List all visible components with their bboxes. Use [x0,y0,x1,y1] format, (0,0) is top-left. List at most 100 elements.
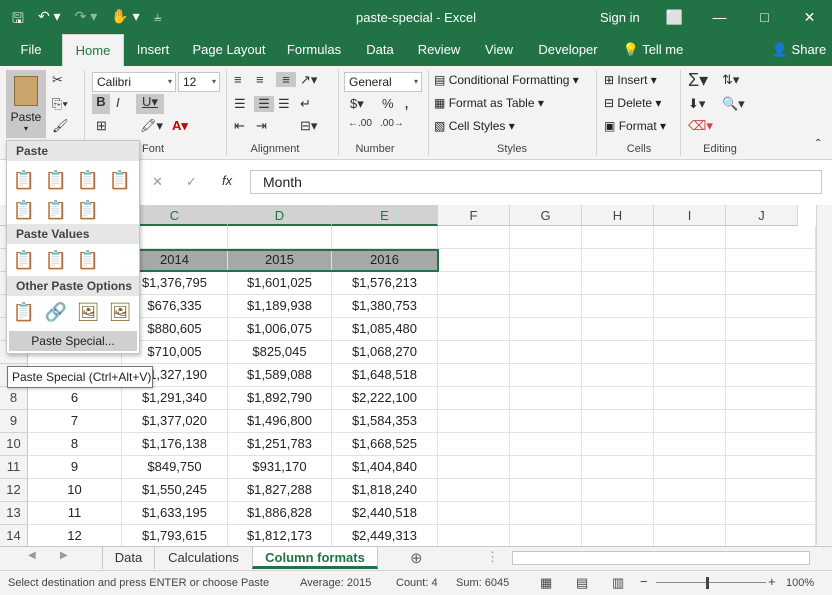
column-header-f[interactable]: F [438,205,510,226]
page-layout-view-icon[interactable]: ▤ [576,575,588,591]
cell[interactable]: $1,377,020 [122,410,228,433]
cell[interactable] [582,525,654,548]
cell[interactable]: $1,496,800 [228,410,332,433]
cell[interactable] [438,433,510,456]
cell[interactable] [654,456,726,479]
cell[interactable] [332,226,438,249]
cell[interactable] [582,502,654,525]
tab-insert[interactable]: Insert [130,34,176,66]
row-header[interactable]: 9 [0,410,28,433]
sheet-tab-calculations[interactable]: Calculations [154,547,252,569]
cell[interactable] [510,249,582,272]
font-color-icon[interactable]: A▾ [172,118,188,134]
cell[interactable] [726,341,816,364]
underline-icon[interactable]: U▾ [136,94,164,114]
align-bottom-icon[interactable]: ≡ [276,72,296,87]
cell[interactable] [438,525,510,548]
cell[interactable]: $1,380,753 [332,295,438,318]
cell[interactable]: $1,633,195 [122,502,228,525]
cell[interactable] [510,364,582,387]
percent-icon[interactable]: % [382,96,394,111]
tab-data[interactable]: Data [360,34,400,66]
font-name-dropdown[interactable]: Calibri ▾ [92,72,176,92]
cell[interactable]: $931,170 [228,456,332,479]
cell[interactable]: $1,589,088 [228,364,332,387]
cell[interactable]: $2,440,518 [332,502,438,525]
cell[interactable] [582,433,654,456]
paste-special-menu-item[interactable]: Paste Special... [9,331,137,351]
cell[interactable] [438,479,510,502]
orientation-icon[interactable]: ↗▾ [300,72,317,88]
cell[interactable] [726,387,816,410]
cell[interactable] [654,341,726,364]
normal-view-icon[interactable]: ▦ [540,575,552,591]
cell[interactable]: 7 [28,410,122,433]
zoom-out-icon[interactable]: − [640,574,648,589]
increase-decimal-icon[interactable]: ←.00 [348,118,372,129]
cell[interactable]: $1,085,480 [332,318,438,341]
cell[interactable] [582,249,654,272]
copy-icon[interactable]: ⎘▾ [52,96,68,112]
cell[interactable] [582,364,654,387]
zoom-slider-track[interactable] [656,582,766,583]
cell[interactable] [510,502,582,525]
align-center-icon[interactable]: ☰ [254,96,274,112]
cell[interactable] [582,456,654,479]
cell[interactable] [654,364,726,387]
sort-filter-icon[interactable]: ⇅▾ [722,72,739,88]
row-header[interactable]: 14 [0,525,28,548]
cell-styles-button[interactable]: ▧ Cell Styles ▾ [434,119,515,133]
cell[interactable]: 9 [28,456,122,479]
tab-view[interactable]: View [478,34,520,66]
tab-page-layout[interactable]: Page Layout [188,34,270,66]
bold-icon[interactable]: B [92,94,110,114]
paste-picture-icon[interactable]: 🖼 [75,299,101,325]
cell[interactable] [510,456,582,479]
minimize-icon[interactable]: — [697,0,742,34]
cell[interactable]: 8 [28,433,122,456]
format-as-table-button[interactable]: ▦ Format as Table ▾ [434,96,544,110]
format-cells-button[interactable]: ▣ Format ▾ [604,119,666,133]
cell[interactable]: $1,189,938 [228,295,332,318]
comma-icon[interactable]: , [404,92,409,113]
tab-developer[interactable]: Developer [532,34,604,66]
cell[interactable] [726,295,816,318]
cell[interactable] [438,341,510,364]
cell[interactable] [228,226,332,249]
row-header[interactable]: 10 [0,433,28,456]
italic-icon[interactable]: I [116,95,120,110]
cell[interactable] [726,479,816,502]
sign-in-link[interactable]: Sign in [600,10,640,25]
paste-icon[interactable]: 📋 [11,167,37,193]
tab-split-icon[interactable]: ⋮ [486,549,499,565]
cell[interactable] [726,226,816,249]
tab-file[interactable]: File [10,34,52,66]
cell[interactable] [582,387,654,410]
cell[interactable]: $1,576,213 [332,272,438,295]
row-header[interactable]: 13 [0,502,28,525]
align-middle-icon[interactable]: ≡ [256,72,264,87]
no-borders-icon[interactable]: 📋 [11,197,37,223]
conditional-formatting-button[interactable]: ▤ Conditional Formatting ▾ [434,73,579,87]
maximize-icon[interactable]: □ [742,0,787,34]
decrease-decimal-icon[interactable]: .00→ [380,118,404,129]
formula-input[interactable]: Month [250,170,822,194]
header-cell[interactable]: 2015 [228,249,332,272]
cell[interactable]: $1,404,840 [332,456,438,479]
column-header-g[interactable]: G [510,205,582,226]
cell[interactable] [510,433,582,456]
cell[interactable] [726,433,816,456]
cell[interactable] [654,433,726,456]
enter-icon[interactable]: ✓ [186,174,197,190]
zoom-slider-thumb[interactable] [706,577,709,589]
cell[interactable]: $1,550,245 [122,479,228,502]
cell[interactable]: $825,045 [228,341,332,364]
cell[interactable] [510,387,582,410]
cell[interactable]: $1,892,790 [228,387,332,410]
close-icon[interactable]: ✕ [787,0,832,34]
font-size-dropdown[interactable]: 12 ▾ [178,72,220,92]
cell[interactable] [726,456,816,479]
paste-formulas-icon[interactable]: 📋 [43,167,69,193]
wrap-text-icon[interactable]: ↵ [300,96,311,112]
cell[interactable]: $1,251,783 [228,433,332,456]
